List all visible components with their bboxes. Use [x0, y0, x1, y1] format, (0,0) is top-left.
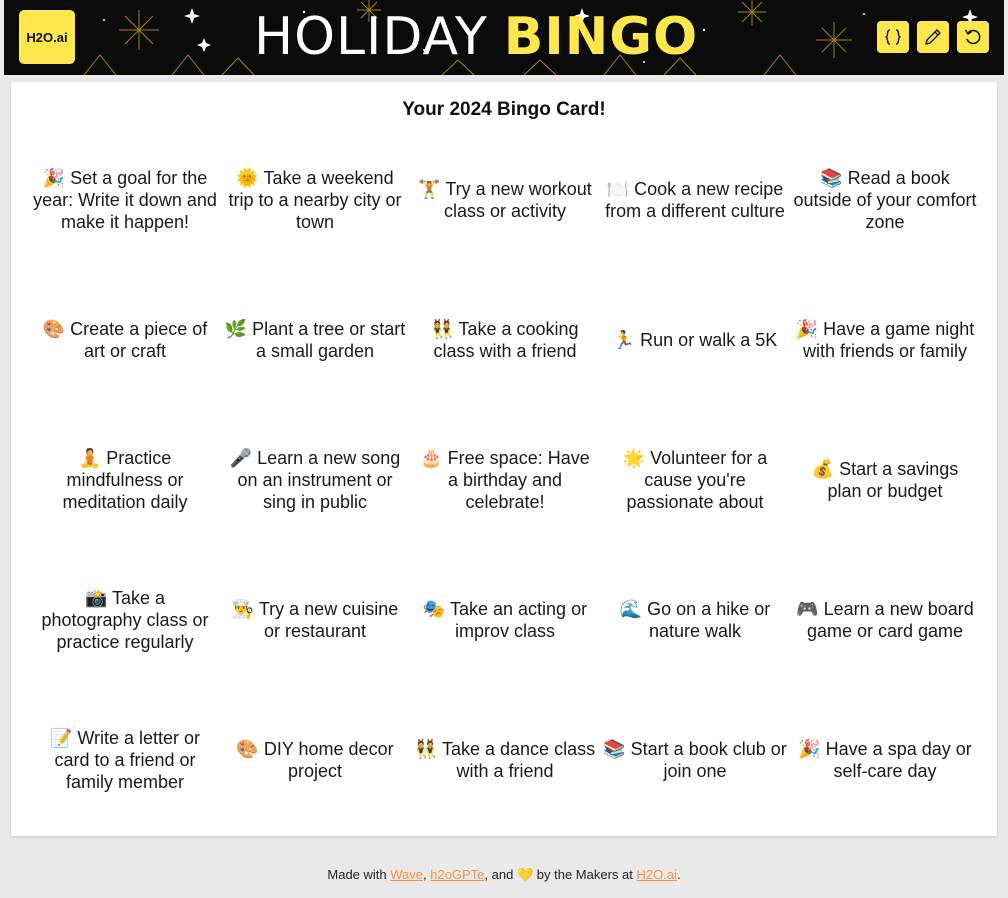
bingo-cell-text: 🎉 Have a game night with friends or fami…	[795, 319, 975, 361]
bingo-cell-text: 📸 Take a photography class or practice r…	[41, 588, 209, 652]
bingo-cell-text: 💰 Start a savings plan or budget	[811, 459, 959, 501]
bingo-cell-text: 🌟 Volunteer for a cause you're passionat…	[622, 448, 768, 512]
footer-middle: , and 💛 by the Makers at	[484, 867, 637, 882]
bingo-cell-text: 🌞 Take a weekend trip to a nearby city o…	[228, 168, 402, 232]
bingo-cell[interactable]: 🎨 Create a piece of art or craft	[30, 270, 220, 410]
bingo-cell[interactable]: 🏋️ Try a new workout class or activity	[410, 130, 600, 270]
bingo-grid: 🎉 Set a goal for the year: Write it down…	[30, 130, 980, 830]
bingo-cell-text: 🎮 Learn a new board game or card game	[796, 599, 974, 641]
bingo-cell-text: 👨‍🍳 Try a new cuisine or restaurant	[231, 599, 399, 641]
bingo-cell[interactable]: 🎉 Have a game night with friends or fami…	[790, 270, 980, 410]
footer-prefix: Made with	[327, 867, 391, 882]
bingo-cell[interactable]: 🏃 Run or walk a 5K	[600, 270, 790, 410]
page-title: HOLIDAY BINGO	[254, 6, 698, 68]
bingo-cell-text: 🎉 Set a goal for the year: Write it down…	[33, 168, 217, 232]
bingo-cell-text: 🎭 Take an acting or improv class	[422, 599, 588, 641]
bingo-cell[interactable]: 👯 Take a dance class with a friend	[410, 690, 600, 830]
bingo-cell[interactable]: 🎂 Free space: Have a birthday and celebr…	[410, 410, 600, 550]
logo-text: H2O.ai	[26, 29, 68, 45]
bingo-cell-text: 🎤 Learn a new song on an instrument or s…	[229, 448, 401, 512]
edit-button[interactable]	[917, 21, 949, 53]
bingo-cell-text: 📚 Read a book outside of your comfort zo…	[793, 168, 977, 232]
undo-icon	[964, 29, 981, 45]
bingo-cell[interactable]: 🍽️ Cook a new recipe from a different cu…	[600, 130, 790, 270]
bingo-cell-text: 👯 Take a dance class with a friend	[414, 739, 596, 781]
bingo-cell[interactable]: 🎭 Take an acting or improv class	[410, 550, 600, 690]
h2ogpte-link[interactable]: h2oGPTe	[430, 867, 484, 882]
bingo-cell[interactable]: 🧘 Practice mindfulness or meditation dai…	[30, 410, 220, 550]
bingo-cell[interactable]: 📝 Write a letter or card to a friend or …	[30, 690, 220, 830]
bingo-cell[interactable]: 📚 Read a book outside of your comfort zo…	[790, 130, 980, 270]
bingo-cell[interactable]: 🎉 Set a goal for the year: Write it down…	[30, 130, 220, 270]
wave-link[interactable]: Wave	[390, 867, 423, 882]
bingo-cell[interactable]: 🎉 Have a spa day or self-care day	[790, 690, 980, 830]
footer: Made with Wave, h2oGPTe, and 💛 by the Ma…	[0, 867, 1008, 883]
bingo-cell-text: 📚 Start a book club or join one	[603, 739, 787, 781]
bingo-card: Your 2024 Bingo Card! 🎉 Set a goal for t…	[11, 82, 997, 836]
bingo-cell-text: 🎨 DIY home decor project	[236, 739, 394, 781]
title-part2: BINGO	[503, 7, 699, 67]
bingo-cell-text: 👯 Take a cooking class with a friend	[431, 319, 579, 361]
title-part1: HOLIDAY	[254, 7, 488, 67]
bingo-cell[interactable]: 🌞 Take a weekend trip to a nearby city o…	[220, 130, 410, 270]
bingo-cell[interactable]: 🌿 Plant a tree or start a small garden	[220, 270, 410, 410]
bingo-cell-text: 🏋️ Try a new workout class or activity	[418, 179, 592, 221]
bingo-cell-text: 🎉 Have a spa day or self-care day	[798, 739, 972, 781]
bingo-cell[interactable]: 🎤 Learn a new song on an instrument or s…	[220, 410, 410, 550]
bingo-cell[interactable]: 👨‍🍳 Try a new cuisine or restaurant	[220, 550, 410, 690]
h2o-link[interactable]: H2O.ai	[637, 867, 677, 882]
bingo-cell[interactable]: 📚 Start a book club or join one	[600, 690, 790, 830]
bingo-cell-text: 🌊 Go on a hike or nature walk	[619, 599, 771, 641]
bingo-cell-text: 🏃 Run or walk a 5K	[612, 330, 778, 350]
app-header: H2O.ai HOLIDAY BINGO	[4, 0, 1004, 75]
braces-icon	[885, 29, 901, 45]
bingo-cell-text: 🎨 Create a piece of art or craft	[42, 319, 208, 361]
bingo-cell[interactable]: 💰 Start a savings plan or budget	[790, 410, 980, 550]
bingo-cell[interactable]: 📸 Take a photography class or practice r…	[30, 550, 220, 690]
h2o-logo[interactable]: H2O.ai	[19, 10, 75, 64]
code-button[interactable]	[877, 21, 909, 53]
bingo-cell-text: 🎂 Free space: Have a birthday and celebr…	[420, 448, 590, 512]
footer-suffix: .	[676, 867, 681, 882]
bingo-cell[interactable]: 🎨 DIY home decor project	[220, 690, 410, 830]
bingo-cell-text: 📝 Write a letter or card to a friend or …	[49, 728, 201, 792]
bingo-cell[interactable]: 🌊 Go on a hike or nature walk	[600, 550, 790, 690]
bingo-cell[interactable]: 🎮 Learn a new board game or card game	[790, 550, 980, 690]
reset-button[interactable]	[957, 21, 989, 53]
pencil-icon	[925, 29, 941, 45]
bingo-cell[interactable]: 🌟 Volunteer for a cause you're passionat…	[600, 410, 790, 550]
bingo-cell-text: 🧘 Practice mindfulness or meditation dai…	[62, 448, 188, 512]
bingo-cell[interactable]: 👯 Take a cooking class with a friend	[410, 270, 600, 410]
bingo-cell-text: 🍽️ Cook a new recipe from a different cu…	[605, 179, 785, 221]
bingo-cell-text: 🌿 Plant a tree or start a small garden	[224, 319, 406, 361]
card-title: Your 2024 Bingo Card!	[402, 99, 606, 120]
